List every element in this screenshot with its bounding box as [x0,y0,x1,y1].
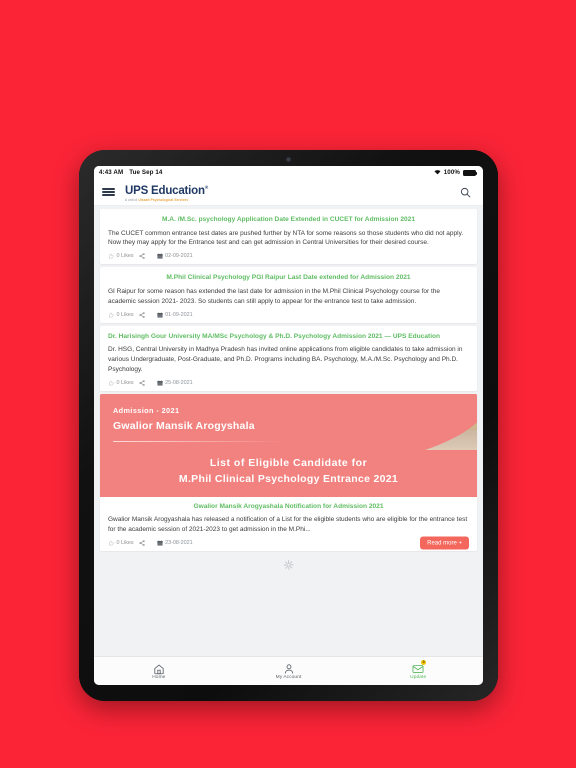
tablet-screen: 4:43 AM Tue Sep 14 100% UPS Education® A… [94,166,483,685]
post-date-text: 23-08-2021 [165,540,193,547]
news-meta: 0 Likes 01-09-2021 [108,312,469,318]
news-excerpt: Dr. HSG, Central University in Madhya Pr… [108,346,463,373]
nav-label-my-account: My Account [275,675,302,681]
like-control[interactable]: 0 Likes [108,380,134,386]
post-date: 23-08-2021 [156,540,193,547]
news-card[interactable]: Admission - 2021 Gwalior Mansik Arogysha… [100,393,477,552]
thumbs-up-icon[interactable] [108,253,114,259]
news-card[interactable]: M.Phil Clinical Psychology PGI Raipur La… [100,267,477,323]
nav-label-home: Home [152,675,166,681]
nav-item-update[interactable]: 0 Update [353,657,483,685]
home-icon[interactable] [153,662,165,674]
bottom-navigation: Home My Account 0 Update [94,656,483,685]
calendar-icon [156,540,163,546]
brand-tagline-prefix: A unit of [125,197,139,202]
battery-percentage: 100% [443,169,460,176]
like-control[interactable]: 0 Likes [108,253,134,259]
status-bar-right: 100% [434,169,478,177]
post-date-text: 02-09-2021 [165,253,193,260]
brand-name: UPS Education [125,185,205,198]
registered-trademark-icon: ® [204,185,208,191]
brand-tagline-highlight: Utsaah Psychological Services [138,197,189,202]
read-more-button[interactable]: Read more + [420,536,469,550]
loading-indicator [100,554,477,577]
app-header: UPS Education® A unit of Utsaah Psycholo… [94,179,483,206]
user-icon[interactable] [283,662,295,674]
share-icon[interactable] [138,253,145,260]
banner-line-1: List of Eligible Candidate for [209,456,368,469]
news-title[interactable]: Dr. Harisingh Gour University MA/MSc Psy… [108,332,469,342]
hamburger-menu-icon[interactable] [102,187,115,198]
share-icon[interactable] [138,311,145,318]
post-date-text: 25-08-2021 [165,379,193,386]
like-count: 0 Likes [116,253,134,260]
banner-org-name: Gwalior Mansik Arogyshala [113,419,255,432]
banner-divider [113,440,285,442]
news-card[interactable]: Dr. Harisingh Gour University MA/MSc Psy… [100,325,477,391]
search-icon[interactable] [458,185,473,200]
nav-item-home[interactable]: Home [94,657,224,685]
like-control[interactable]: 0 Likes [108,540,134,546]
battery-full-icon [463,169,478,176]
news-title[interactable]: Gwalior Mansik Arogyashala Notification … [108,502,469,512]
share-icon[interactable] [138,379,145,386]
post-date: 02-09-2021 [156,253,193,260]
news-card-content: Gwalior Mansik Arogyashala Notification … [100,502,477,550]
brand-tagline: A unit of Utsaah Psychological Services [125,197,208,202]
post-date: 25-08-2021 [156,379,193,386]
post-date: 01-09-2021 [156,311,193,318]
banner-text-group: Admission - 2021 Gwalior Mansik Arogysha… [100,394,477,497]
calendar-icon [156,311,163,318]
share-icon[interactable] [138,540,145,546]
status-time: 4:43 AM [99,169,124,176]
loading-spinner-icon [283,560,294,570]
news-excerpt: GI Raipur for some reason has extended t… [108,287,441,305]
nav-label-update: Update [410,675,427,681]
news-excerpt: Gwalior Mansik Arogyashala has released … [108,516,468,534]
thumbs-up-icon[interactable] [108,312,114,318]
like-count: 0 Likes [116,311,134,318]
envelope-icon[interactable]: 0 [412,659,427,674]
banner-line-2: M.Phil Clinical Psychology Entrance 2021 [178,472,399,485]
brand-name-row: UPS Education® [125,185,208,198]
news-meta: 0 Likes 23-08-2021 Read more + [108,536,469,550]
news-banner-image: Admission - 2021 Gwalior Mansik Arogysha… [100,393,477,497]
nav-item-my-account[interactable]: My Account [224,657,354,685]
like-count: 0 Likes [116,540,134,547]
post-date-text: 01-09-2021 [165,311,193,318]
news-title[interactable]: M.A. /M.Sc. psychology Application Date … [108,215,469,225]
news-card[interactable]: M.A. /M.Sc. psychology Application Date … [100,209,477,265]
update-badge: 0 [421,659,427,665]
like-count: 0 Likes [116,379,134,386]
brand-logo[interactable]: UPS Education® A unit of Utsaah Psycholo… [125,182,208,202]
status-bar: 4:43 AM Tue Sep 14 100% [94,166,483,179]
news-meta: 0 Likes 25-08-2021 [108,380,469,386]
like-control[interactable]: 0 Likes [108,312,134,318]
banner-admission-label: Admission - 2021 [113,405,180,415]
status-bar-left: 4:43 AM Tue Sep 14 [99,169,162,176]
status-date: Tue Sep 14 [129,169,163,176]
thumbs-up-icon[interactable] [108,540,114,546]
thumbs-up-icon[interactable] [108,380,114,386]
front-camera-icon [286,157,291,162]
news-feed[interactable]: M.A. /M.Sc. psychology Application Date … [94,206,483,656]
news-meta: 0 Likes 02-09-2021 [108,253,469,259]
news-excerpt: The CUCET common entrance test dates are… [108,229,464,247]
tablet-device: 4:43 AM Tue Sep 14 100% UPS Education® A… [79,150,498,701]
calendar-icon [156,253,163,259]
wifi-icon [434,169,441,177]
news-title[interactable]: M.Phil Clinical Psychology PGI Raipur La… [108,273,469,283]
calendar-icon [156,379,163,386]
